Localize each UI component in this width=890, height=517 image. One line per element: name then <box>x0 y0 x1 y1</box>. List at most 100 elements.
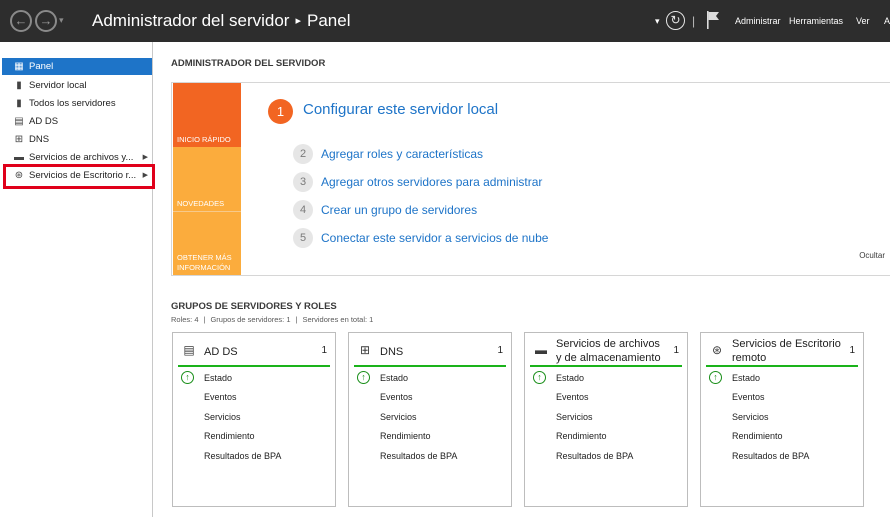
sidebar-item-servidor-local[interactable]: ▮ Servidor local <box>2 77 152 94</box>
status-ok-icon: ↑ <box>709 371 722 384</box>
sidebar-item-todos-servidores[interactable]: ▮ Todos los servidores <box>2 95 152 112</box>
groups-header: GRUPOS DE SERVIDORES Y ROLES <box>171 301 337 312</box>
step-link[interactable]: Agregar roles y características <box>321 147 483 161</box>
tile-inicio-rapido[interactable]: INICIO RÁPIDO <box>173 83 241 147</box>
status-ok-bar <box>178 365 330 367</box>
role-card-servicios-archivos[interactable]: ▬ Servicios de archivos y de almacenamie… <box>524 332 688 507</box>
role-card-servicios-escritorio[interactable]: ⊛ Servicios de Escritorio remoto 1 ↑ Est… <box>700 332 864 507</box>
step-link[interactable]: Conectar este servidor a servicios de nu… <box>321 231 548 245</box>
page-title: Panel <box>307 11 351 30</box>
breadcrumb-separator-icon: ▸ <box>295 15 301 27</box>
sidebar-item-label: Todos los servidores <box>29 98 116 109</box>
card-title[interactable]: AD DS <box>204 345 316 359</box>
card-count: 1 <box>321 345 327 356</box>
sidebar-item-label: AD DS <box>29 116 59 127</box>
highlight-annotation <box>3 164 155 189</box>
card-title[interactable]: Servicios de Escritorio remoto <box>732 337 844 365</box>
history-dropdown-icon[interactable]: ▾ <box>59 15 64 26</box>
tile-label: NOVEDADES <box>177 199 225 208</box>
card-title[interactable]: Servicios de archivos y de almacenamient… <box>556 337 668 365</box>
card-title[interactable]: DNS <box>380 345 492 359</box>
dashboard-header: ADMINISTRADOR DEL SERVIDOR <box>171 58 326 69</box>
sidebar-item-label: Panel <box>29 61 54 72</box>
groups-summary: Roles: 4 | Grupos de servidores: 1 | Servido… <box>171 315 373 324</box>
status-ok-bar <box>354 365 506 367</box>
card-row-bpa[interactable]: Resultados de BPA <box>556 451 633 461</box>
menu-administrar[interactable]: Administrar <box>735 0 781 42</box>
status-ok-bar <box>706 365 858 367</box>
sidebar: ▦ Panel ▮ Servidor local ▮ Todos los ser… <box>0 42 153 517</box>
forward-arrow-icon: → <box>39 13 53 28</box>
hide-link[interactable]: Ocultar <box>859 251 885 260</box>
toolbar-divider: | <box>692 14 696 28</box>
title-bar: ← → ▾ Administrador del servidor ▸ Panel ▾… <box>0 0 890 42</box>
step-number-badge: 1 <box>268 99 293 124</box>
main-content: ADMINISTRADOR DEL SERVIDOR INICIO RÁPIDO… <box>154 42 890 517</box>
step-link[interactable]: Crear un grupo de servidores <box>321 203 477 217</box>
sidebar-item-panel[interactable]: ▦ Panel <box>2 58 152 75</box>
remote-desktop-icon: ⊛ <box>711 343 723 357</box>
card-row-bpa[interactable]: Resultados de BPA <box>380 451 457 461</box>
step-number-badge: 3 <box>293 172 313 192</box>
refresh-dropdown-icon[interactable]: ▾ <box>655 0 660 42</box>
servers-total: Servidores en total: 1 <box>302 315 374 324</box>
card-row-rendimiento[interactable]: Rendimiento <box>380 431 431 441</box>
card-row-servicios[interactable]: Servicios <box>380 412 417 422</box>
dashboard-icon: ▦ <box>14 61 24 72</box>
window-title: Administrador del servidor ▸ Panel <box>92 11 350 31</box>
menu-ayuda[interactable]: A <box>884 0 890 42</box>
status-ok-icon: ↑ <box>533 371 546 384</box>
summary-divider: | <box>203 315 206 324</box>
sidebar-item-dns[interactable]: ⊞ DNS <box>2 131 152 148</box>
dns-icon: ⊞ <box>14 134 24 145</box>
file-services-icon: ▬ <box>14 152 24 163</box>
summary-divider: | <box>295 315 298 324</box>
role-card-ad-ds[interactable]: ▤ AD DS 1 ↑ Estado Eventos Servicios Ren… <box>172 332 336 507</box>
tile-mas-informacion[interactable]: OBTENER MÁS INFORMACIÓN <box>173 211 241 275</box>
card-row-rendimiento[interactable]: Rendimiento <box>732 431 783 441</box>
servers-icon: ▮ <box>16 98 22 109</box>
dns-icon: ⊞ <box>359 343 371 357</box>
card-row-servicios[interactable]: Servicios <box>204 412 241 422</box>
tile-label: OBTENER MÁS INFORMACIÓN <box>177 253 232 272</box>
card-row-bpa[interactable]: Resultados de BPA <box>732 451 809 461</box>
link-configurar-servidor[interactable]: Configurar este servidor local <box>303 101 498 118</box>
ad-ds-icon: ▤ <box>14 116 24 127</box>
card-row-eventos[interactable]: Eventos <box>556 392 589 402</box>
card-row-rendimiento[interactable]: Rendimiento <box>556 431 607 441</box>
card-row-eventos[interactable]: Eventos <box>732 392 765 402</box>
ad-ds-icon: ▤ <box>183 343 195 357</box>
forward-button[interactable]: → <box>35 10 57 32</box>
card-row-servicios[interactable]: Servicios <box>556 412 593 422</box>
card-row-estado[interactable]: Estado <box>732 373 760 383</box>
tile-label: INICIO RÁPIDO <box>177 135 231 144</box>
role-card-dns[interactable]: ⊞ DNS 1 ↑ Estado Eventos Servicios Rendi… <box>348 332 512 507</box>
refresh-button[interactable]: ↻ <box>666 11 685 30</box>
status-ok-icon: ↑ <box>357 371 370 384</box>
menu-ver[interactable]: Ver <box>856 0 870 42</box>
groups-count: Grupos de servidores: 1 <box>210 315 291 324</box>
card-row-rendimiento[interactable]: Rendimiento <box>204 431 255 441</box>
refresh-icon: ↻ <box>670 13 681 27</box>
server-icon: ▮ <box>16 80 22 91</box>
card-row-estado[interactable]: Estado <box>556 373 584 383</box>
sidebar-item-ad-ds[interactable]: ▤ AD DS <box>2 113 152 130</box>
notifications-flag-icon[interactable] <box>706 11 720 29</box>
step-number-badge: 5 <box>293 228 313 248</box>
status-ok-bar <box>530 365 682 367</box>
tile-novedades[interactable]: NOVEDADES <box>173 147 241 211</box>
menu-herramientas[interactable]: Herramientas <box>789 0 843 42</box>
step-link[interactable]: Agregar otros servidores para administra… <box>321 175 542 189</box>
card-row-eventos[interactable]: Eventos <box>380 392 413 402</box>
back-button[interactable]: ← <box>10 10 32 32</box>
card-row-servicios[interactable]: Servicios <box>732 412 769 422</box>
card-row-estado[interactable]: Estado <box>204 373 232 383</box>
sidebar-item-label: Servidor local <box>29 80 87 91</box>
card-row-estado[interactable]: Estado <box>380 373 408 383</box>
step-number-badge: 4 <box>293 200 313 220</box>
card-row-bpa[interactable]: Resultados de BPA <box>204 451 281 461</box>
roles-count: Roles: 4 <box>171 315 199 324</box>
app-title: Administrador del servidor <box>92 11 290 30</box>
card-count: 1 <box>497 345 503 356</box>
card-row-eventos[interactable]: Eventos <box>204 392 237 402</box>
